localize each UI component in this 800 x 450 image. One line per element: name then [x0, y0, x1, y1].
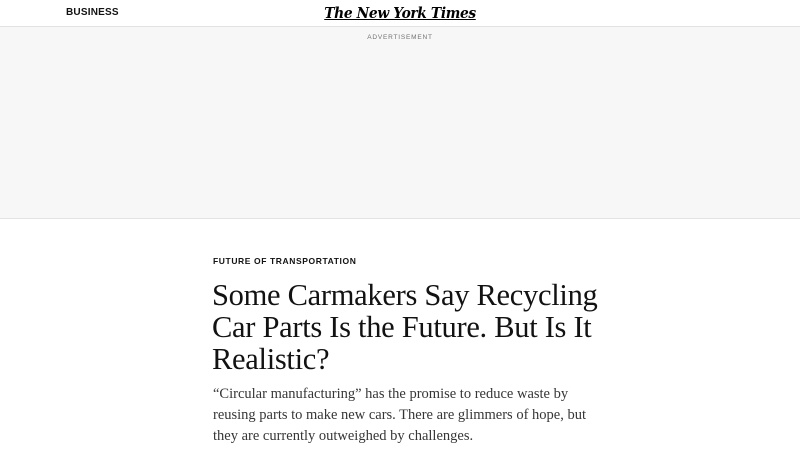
advertisement-label: ADVERTISEMENT	[367, 34, 433, 41]
article-kicker[interactable]: FUTURE OF TRANSPORTATION	[213, 256, 356, 266]
advertisement-region: ADVERTISEMENT	[0, 27, 800, 219]
nyt-logo[interactable]: The New York Times	[324, 3, 476, 23]
article-summary: “Circular manufacturing” has the promise…	[213, 386, 586, 444]
section-link-business[interactable]: BUSINESS	[66, 7, 119, 18]
masthead: BUSINESS The New York Times	[0, 0, 800, 27]
article-headline: Some Carmakers Say Recycling Car Parts I…	[212, 278, 598, 376]
